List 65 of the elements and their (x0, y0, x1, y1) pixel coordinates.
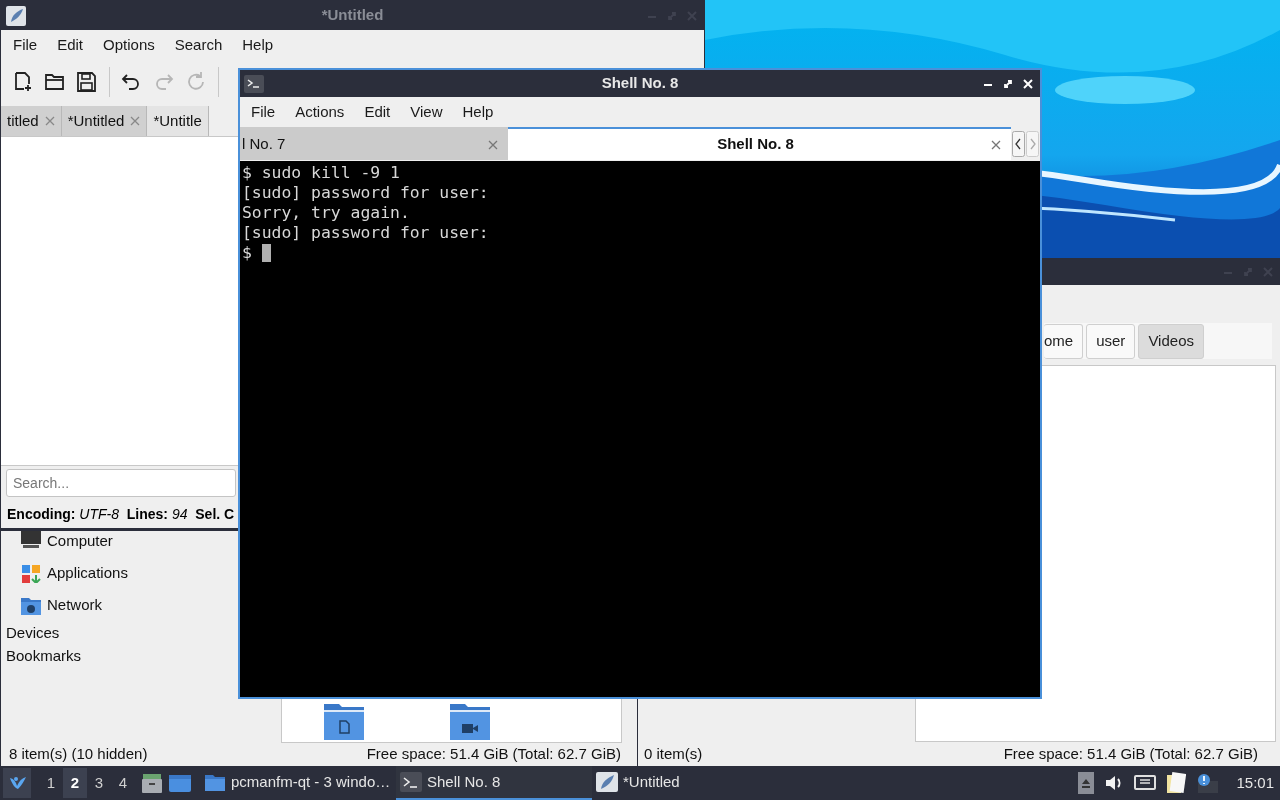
terminal-screen[interactable]: $ sudo kill -9 1 [sudo] password for user: Sorry, try again. [sudo] password for user: $ (240, 161, 1040, 697)
sidebar-item[interactable]: Computer (1, 525, 128, 557)
desktop-switch-button[interactable]: 2 (63, 768, 87, 798)
terminal-tab[interactable]: l No. 7 (240, 127, 508, 160)
editor-tab[interactable]: *Untitled (61, 106, 148, 136)
menu-item[interactable]: File (3, 33, 48, 57)
terminal-prompt: $ (242, 243, 253, 263)
menu-item[interactable]: View (400, 100, 453, 124)
clipboard-icon[interactable] (1166, 772, 1187, 794)
terminal-line: Sorry, try again. (242, 203, 411, 223)
taskbar-button[interactable]: pcmanfm-qt - 3 windo… (200, 766, 396, 800)
network-folder-icon (20, 595, 42, 615)
editor-tab[interactable]: titled (1, 106, 62, 136)
menu-item[interactable]: Help (232, 33, 284, 57)
eject-icon[interactable] (1078, 772, 1095, 794)
taskbar-button[interactable]: Shell No. 8 (396, 766, 592, 800)
menu-item[interactable]: Edit (354, 100, 401, 124)
terminal-tab[interactable]: Shell No. 8 (508, 127, 1011, 160)
sidebar-item[interactable]: Network (1, 589, 128, 621)
status-text: Encoding: UTF-8 Lines: 94 Sel. C (7, 504, 235, 524)
start-menu-button[interactable] (3, 768, 31, 798)
desktop-switch-button[interactable]: 4 (111, 768, 135, 798)
desktop-switch-button[interactable]: 1 (39, 768, 63, 798)
path-button[interactable]: ome (1044, 323, 1084, 359)
feather-icon (596, 772, 618, 792)
terminal-line: [sudo] password for user: (242, 183, 490, 203)
notification-icon[interactable] (1196, 773, 1219, 793)
path-button[interactable]: user (1086, 323, 1136, 359)
desktop-switch-button[interactable]: 3 (87, 768, 111, 798)
menu-item[interactable]: Edit (47, 33, 94, 57)
window-title: Shell No. 8 (601, 73, 679, 94)
terminal-icon (400, 772, 422, 792)
text-cursor (261, 244, 271, 262)
menu-item[interactable]: Help (452, 100, 504, 124)
network-icon[interactable] (1134, 774, 1157, 792)
search-field[interactable]: Search... (6, 469, 236, 497)
window-title: *Untitled (321, 5, 384, 26)
desktop-icon[interactable] (168, 773, 192, 793)
maximize-icon[interactable] (1002, 77, 1014, 90)
status-text: Free space: 51.4 GiB (Total: 62.7 GiB) (1003, 743, 1258, 764)
file-cabinet-icon[interactable] (141, 772, 163, 794)
editor-tab[interactable]: *Untitle (147, 106, 209, 136)
status-text: Free space: 51.4 GiB (Total: 62.7 GiB) (366, 743, 621, 764)
menu-item[interactable]: File (241, 100, 286, 124)
status-text: 0 item(s) (644, 743, 703, 764)
sidebar-item[interactable]: Applications (1, 557, 128, 589)
scroll-left-icon[interactable] (1012, 130, 1025, 157)
menu-item[interactable]: Actions (285, 100, 355, 124)
feather-icon (6, 5, 26, 26)
menu-item[interactable]: Options (93, 33, 165, 57)
menu-item[interactable]: Search (164, 33, 233, 57)
taskbar-button[interactable]: *Untitled (592, 766, 772, 800)
terminal-line: $ sudo kill -9 1 (242, 163, 401, 183)
sidebar-section[interactable]: Bookmarks (1, 644, 128, 667)
status-text: 8 item(s) (10 hidden) (9, 743, 148, 764)
folder-icon (204, 772, 226, 792)
applications-icon (20, 563, 42, 583)
save-icon[interactable] (75, 70, 99, 94)
terminal-icon (244, 74, 264, 93)
terminal-line: [sudo] password for user: (242, 223, 490, 243)
clock: 15:01 (1236, 772, 1274, 793)
sidebar-section[interactable]: Devices (1, 621, 128, 644)
video-folder-icon[interactable] (450, 702, 490, 740)
path-button[interactable]: Videos (1138, 323, 1204, 359)
documents-folder-icon[interactable] (324, 702, 364, 740)
